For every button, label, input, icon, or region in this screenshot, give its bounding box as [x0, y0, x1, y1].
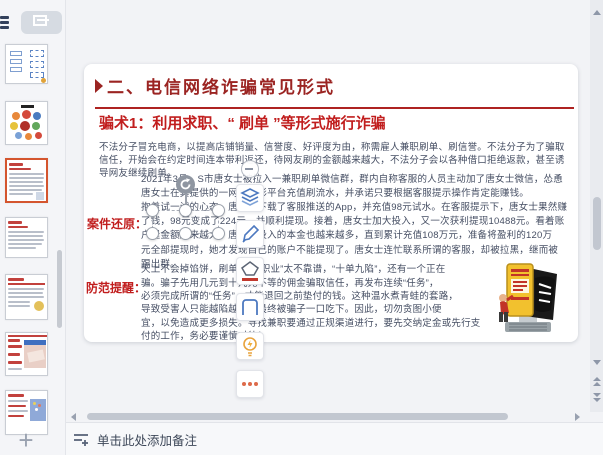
tip-line: 导致受害人只能越陷越深，最终被骗子一口吃下。因此，切勿贪图小便 — [141, 301, 442, 315]
vscroll-up-arrow[interactable] — [593, 10, 601, 15]
scam-cartoon-image[interactable] — [495, 260, 561, 338]
vscroll-down-arrow[interactable] — [593, 360, 601, 365]
scam-cartoon-graphic — [495, 260, 561, 338]
notes-bar[interactable]: 单击此处添加备注 — [66, 422, 603, 455]
hscroll-left-arrow[interactable] — [71, 413, 76, 421]
slide-thumbnail-3-selected[interactable] — [5, 158, 48, 203]
hscroll-thumb[interactable] — [87, 413, 508, 420]
presentation-app: + 二、电信网络诈骗常见形式 骗术1：利用求职、“ 刷单 ”等形式施行诈骗 不法… — [0, 0, 603, 455]
slide-thumbnail-6[interactable] — [5, 332, 48, 376]
idea-button[interactable] — [236, 332, 264, 360]
brush-icon — [237, 221, 263, 247]
slide-thumbnail-2[interactable] — [5, 101, 48, 145]
slide-thumbnail-4[interactable] — [5, 217, 48, 258]
rotate-icon — [176, 175, 195, 194]
frame-icon — [237, 294, 263, 320]
title-divider — [95, 107, 574, 109]
case-line: 元全部提现时，她才发现自己的账户不能提现了。唐女士连忙联系所谓的客服，却被拉黑，… — [141, 242, 558, 256]
hscroll-right-arrow[interactable] — [575, 413, 580, 421]
sidebar-scrollbar-thumb[interactable] — [57, 250, 62, 328]
slide-canvas[interactable]: 二、电信网络诈骗常见形式 骗术1：利用求职、“ 刷单 ”等形式施行诈骗 不法分子… — [84, 64, 578, 342]
selection-handle-top-left[interactable] — [146, 204, 159, 217]
slide-subtitle[interactable]: 骗术1：利用求职、“ 刷单 ”等形式施行诈骗 — [99, 112, 386, 133]
editing-canvas: 二、电信网络诈骗常见形式 骗术1：利用求职、“ 刷单 ”等形式施行诈骗 不法分子… — [66, 0, 590, 412]
selection-handle-top-mid[interactable] — [179, 204, 192, 217]
selection-handle-bottom-right[interactable] — [212, 227, 225, 240]
tip-line: 宜，以免造成更多损失。寻找兼职要通过正规渠道进行，要先交纳定金或先行支 — [141, 315, 481, 329]
vscroll-thumb[interactable] — [593, 197, 601, 250]
title-bullet-arrow-icon — [95, 79, 103, 93]
layers-button[interactable] — [236, 184, 264, 212]
tip-line: 骗。骗子先用几元到十几元不等的佣金骗取信任，再发布连续“任务”， — [141, 275, 439, 289]
add-slide-button[interactable]: + — [6, 428, 46, 452]
frame-button[interactable] — [236, 293, 264, 321]
shape-color-icon — [237, 258, 263, 284]
notes-placeholder: 单击此处添加备注 — [97, 430, 197, 449]
tip-line: 天上不会掉馅饼，刷单这种“职业”太不靠谱，“十单九陷”，还有一个正在 — [141, 261, 445, 275]
lightbulb-icon — [237, 333, 263, 359]
case-line: 2021年3月，S市唐女士被拉入一兼职刷单微信群，群内自称客服的人员主动加了唐女… — [141, 171, 563, 185]
case-line: 唐女士在其提供的一网络博彩平台充值刷流水，并承诺只要根据客服提示操作肯定能赚钱。 — [141, 185, 529, 199]
tip-label-textbox[interactable]: 防范提醒： — [86, 279, 146, 296]
more-dots-icon — [237, 371, 263, 397]
shape-color-button[interactable] — [236, 257, 264, 285]
slide-thumbnail-1[interactable] — [5, 44, 48, 84]
selection-handle-bottom-mid[interactable] — [179, 227, 192, 240]
selection-handle-top-right[interactable] — [212, 204, 225, 217]
selection-handle-bottom-left[interactable] — [146, 227, 159, 240]
toolbar-collapse-button[interactable] — [241, 160, 259, 178]
slides-view-button[interactable] — [21, 11, 62, 34]
brush-button[interactable] — [236, 220, 264, 248]
tip-line: 必须完成所谓的“任务”，才能退回之前垫付的钱。这种温水煮青蛙的套路， — [141, 288, 458, 302]
slide-thumbnail-5[interactable] — [5, 274, 48, 320]
intro-line: 信任，开始会在约定时间连本带利返还，待网友刷的金额越来越大，不法分子会以各种借口… — [99, 152, 565, 166]
vertical-scrollbar — [590, 0, 603, 412]
add-notes-icon — [73, 431, 91, 447]
rotate-handle[interactable] — [176, 175, 195, 194]
more-options-button[interactable] — [236, 370, 264, 398]
slide-title[interactable]: 二、电信网络诈骗常见形式 — [107, 73, 335, 98]
case-label-textbox[interactable]: 案件还原： — [87, 215, 147, 232]
layers-icon — [237, 185, 263, 211]
intro-line: 不法分子冒充电商，以提高店铺销量、信誉度、好评度为由，称需雇人兼职刷单、刷信誉。… — [99, 139, 565, 153]
slide-thumbnail-panel: + — [0, 0, 66, 455]
